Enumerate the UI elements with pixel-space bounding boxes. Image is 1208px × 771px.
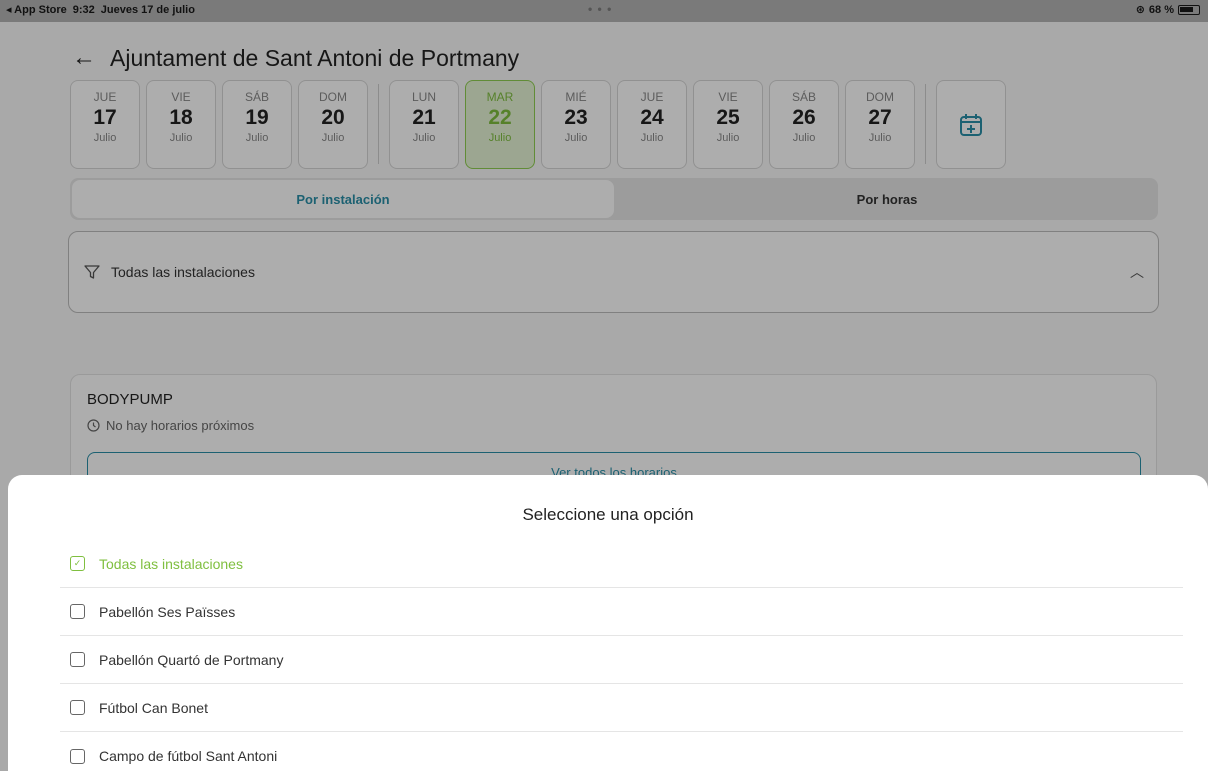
option-label: Fútbol Can Bonet bbox=[99, 699, 208, 716]
battery-percent: 68 % bbox=[1148, 3, 1174, 16]
sheet-title: Seleccione una opción bbox=[522, 505, 694, 524]
status-bar: ◂ App Store 9:32 Jueves 17 de julio • • … bbox=[0, 0, 1208, 22]
option-label: Pabellón Ses Païsses bbox=[99, 603, 236, 620]
back-to-app-store-link[interactable]: ◂ App Store bbox=[6, 3, 67, 16]
battery-icon bbox=[1178, 4, 1200, 15]
orientation-lock-icon: ⊛ bbox=[1135, 4, 1145, 16]
checkbox-icon bbox=[70, 700, 85, 715]
option-sheet: Seleccione una opción ✓ Todas las instal… bbox=[8, 475, 1208, 771]
option-label: Pabellón Quartó de Portmany bbox=[99, 651, 284, 668]
checkbox-icon bbox=[70, 604, 85, 619]
checkbox-checked-icon: ✓ bbox=[70, 556, 85, 571]
status-time: 9:32 bbox=[72, 3, 95, 16]
checkbox-icon bbox=[70, 748, 85, 764]
option-todas-las-instalaciones[interactable]: ✓ Todas las instalaciones bbox=[60, 540, 1183, 588]
option-pabellon-quarto[interactable]: Pabellón Quartó de Portmany bbox=[60, 636, 1183, 684]
option-campo-futbol-sant-antoni[interactable]: Campo de fútbol Sant Antoni bbox=[60, 732, 1183, 771]
multitasking-dots-icon[interactable]: • • • bbox=[588, 2, 612, 16]
status-date: Jueves 17 de julio bbox=[100, 3, 195, 16]
option-futbol-can-bonet[interactable]: Fútbol Can Bonet bbox=[60, 684, 1183, 732]
option-pabellon-ses-paisses[interactable]: Pabellón Ses Païsses bbox=[60, 588, 1183, 636]
option-label: Todas las instalaciones bbox=[99, 555, 243, 572]
checkbox-icon bbox=[70, 652, 85, 667]
option-label: Campo de fútbol Sant Antoni bbox=[99, 748, 278, 764]
